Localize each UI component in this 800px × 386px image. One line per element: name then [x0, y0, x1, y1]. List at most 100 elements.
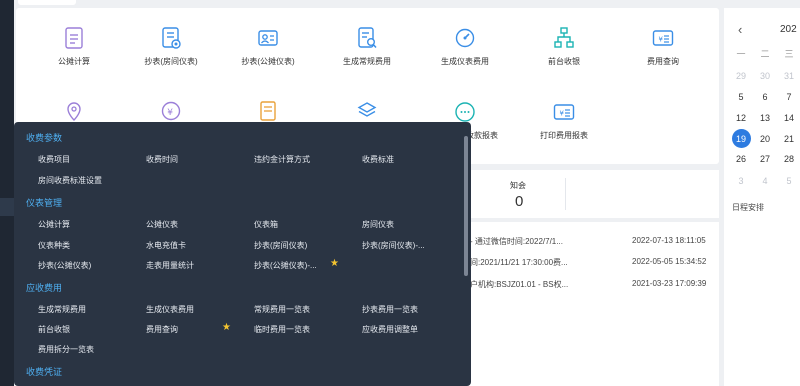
list-item[interactable]: 户机构:BSJZ01.01 - BS权... 2021-03-23 17:09:…: [466, 276, 719, 292]
menu-item[interactable]: 应收费用调整单: [362, 324, 418, 335]
menu-item[interactable]: 抄表(房间仪表)-...: [362, 240, 425, 251]
left-nav-strip: [0, 0, 14, 386]
calendar-day[interactable]: 13: [753, 113, 777, 123]
menu-item[interactable]: 抄表(公摊仪表): [38, 260, 91, 271]
menu-item[interactable]: 前台收银: [38, 324, 70, 335]
stat-label: 知会: [510, 181, 526, 190]
calendar-day[interactable]: 20: [753, 134, 777, 144]
message-list: - 通过微信时间:2022/7/1... 2022-07-13 18:11:05…: [466, 222, 719, 386]
menu-item[interactable]: 生成仪表费用: [146, 304, 194, 315]
shortcut-generate-meter-fees[interactable]: 生成仪表费用: [420, 26, 510, 67]
shortcut-generate-regular-fees[interactable]: 生成常规费用: [322, 26, 412, 67]
shortcut-print-fee-report[interactable]: ¥ 打印费用报表: [519, 100, 609, 141]
calendar-day[interactable]: 27: [753, 154, 777, 164]
list-item[interactable]: 间:2021/11/21 17:30:00费... 2022-05-05 15:…: [466, 254, 719, 270]
chevron-left-icon[interactable]: ‹: [738, 22, 742, 37]
yuan-card-icon: ¥: [553, 104, 575, 120]
weekday-label: 三: [784, 49, 794, 59]
chat-bubble-icon: [455, 102, 475, 122]
top-tab[interactable]: [18, 0, 76, 5]
menu-item[interactable]: 收费项目: [38, 154, 70, 165]
shortcut-label: 生成仪表费用: [441, 57, 489, 66]
menu-item[interactable]: 常规费用一览表: [254, 304, 310, 315]
menu-item[interactable]: 抄表(公摊仪表)-...: [254, 260, 317, 271]
calendar-year: 202: [780, 24, 797, 35]
star-icon[interactable]: ★: [330, 258, 339, 269]
menu-item[interactable]: 收费时间: [146, 154, 178, 165]
calendar-day[interactable]: 6: [753, 92, 777, 102]
shortcut-yuan[interactable]: ¥: [126, 100, 216, 124]
menu-section-fee-vouchers: 收费凭证: [26, 367, 63, 377]
shortcut-layers[interactable]: [322, 100, 412, 124]
calendar-day[interactable]: 5: [777, 176, 800, 186]
menu-item[interactable]: 公摊仪表: [146, 219, 178, 230]
shortcut-label: 打印费用报表: [540, 131, 588, 140]
menu-item[interactable]: 抄表费用一览表: [362, 304, 418, 315]
calendar-day[interactable]: 4: [753, 176, 777, 186]
shortcut-front-desk-cashier[interactable]: 前台收银: [519, 26, 609, 67]
org-chart-icon: [554, 27, 574, 48]
shortcut-label: 公摊计算: [58, 57, 90, 66]
calendar-day[interactable]: 3: [729, 176, 753, 186]
message-text: 间:2021/11/21 17:30:00费...: [470, 258, 568, 267]
shortcut-room-meter-reading[interactable]: 抄表(房间仪表): [126, 26, 216, 67]
menu-item[interactable]: 水电充值卡: [146, 240, 186, 251]
menu-item[interactable]: 公摊计算: [38, 219, 70, 230]
list-document-icon: [260, 101, 276, 121]
dropdown-menu: 收费参数 收费项目 收费时间 违约金计算方式 收费标准 房间收费标准设置 仪表管…: [14, 122, 471, 386]
menu-item[interactable]: 生成常规费用: [38, 304, 86, 315]
svg-text:¥: ¥: [167, 108, 173, 118]
stat-value[interactable]: 0: [515, 193, 523, 210]
shortcut-label: 费用查询: [647, 57, 679, 66]
menu-item[interactable]: 走表用量统计: [146, 260, 194, 271]
menu-item[interactable]: 收费标准: [362, 154, 394, 165]
calendar-day-selected[interactable]: 19: [729, 129, 753, 148]
calendar-day[interactable]: 28: [777, 154, 800, 164]
calendar-day[interactable]: 5: [729, 92, 753, 102]
menu-scrollbar[interactable]: [464, 136, 468, 276]
calendar-day[interactable]: 29: [729, 71, 753, 81]
menu-item[interactable]: 仪表种类: [38, 240, 70, 251]
shortcut-label: 生成常规费用: [343, 57, 391, 66]
shortcut-location[interactable]: [29, 100, 119, 124]
left-nav-active-marker: [0, 198, 14, 216]
layers-icon: [357, 102, 377, 117]
shortcut-label: 抄表(公摊仪表): [241, 57, 295, 66]
menu-item[interactable]: 房间收费标准设置: [38, 175, 102, 186]
meter-document-icon: [162, 27, 181, 49]
message-text: - 通过微信时间:2022/7/1...: [470, 237, 563, 246]
schedule-title: 日程安排: [732, 203, 764, 212]
weekday-label: 一: [736, 49, 746, 59]
calendar-day[interactable]: 30: [753, 71, 777, 81]
menu-item[interactable]: 临时费用一览表: [254, 324, 310, 335]
menu-item[interactable]: 房间仪表: [362, 219, 394, 230]
gauge-icon: [455, 28, 475, 48]
message-date: 2022-07-13 18:11:05: [632, 236, 706, 245]
calendar-day[interactable]: 12: [729, 113, 753, 123]
menu-item[interactable]: 仪表箱: [254, 219, 278, 230]
menu-section-receivables: 应收费用: [26, 283, 63, 293]
shortcut-allocation-calc[interactable]: 公摊计算: [29, 26, 119, 67]
menu-item[interactable]: 费用查询: [146, 324, 178, 335]
message-date: 2022-05-05 15:34:52: [632, 257, 707, 266]
calendar-day[interactable]: 26: [729, 154, 753, 164]
menu-item[interactable]: 抄表(房间仪表): [254, 240, 307, 251]
calendar-day[interactable]: 21: [777, 134, 800, 144]
calendar-day[interactable]: 14: [777, 113, 800, 123]
location-pin-icon: [67, 102, 81, 121]
menu-item[interactable]: 违约金计算方式: [254, 154, 310, 165]
menu-item[interactable]: 费用拆分一览表: [38, 344, 94, 355]
star-icon[interactable]: ★: [222, 322, 231, 333]
calendar-day[interactable]: 7: [777, 92, 800, 102]
weekday-label: 二: [760, 49, 770, 59]
svg-text:¥: ¥: [659, 36, 664, 44]
shortcut-fee-query[interactable]: ¥ 费用查询: [618, 26, 708, 67]
shortcut-list[interactable]: [223, 100, 313, 124]
menu-section-meter-mgmt: 仪表管理: [26, 198, 63, 208]
menu-section-fee-params: 收费参数: [26, 133, 63, 143]
calendar-day[interactable]: 31: [777, 71, 800, 81]
list-item[interactable]: - 通过微信时间:2022/7/1... 2022-07-13 18:11:05: [466, 233, 719, 249]
shortcut-shared-meter-reading[interactable]: 抄表(公摊仪表): [223, 26, 313, 67]
shortcut-label: 前台收银: [548, 57, 580, 66]
message-text: 户机构:BSJZ01.01 - BS权...: [470, 280, 569, 289]
